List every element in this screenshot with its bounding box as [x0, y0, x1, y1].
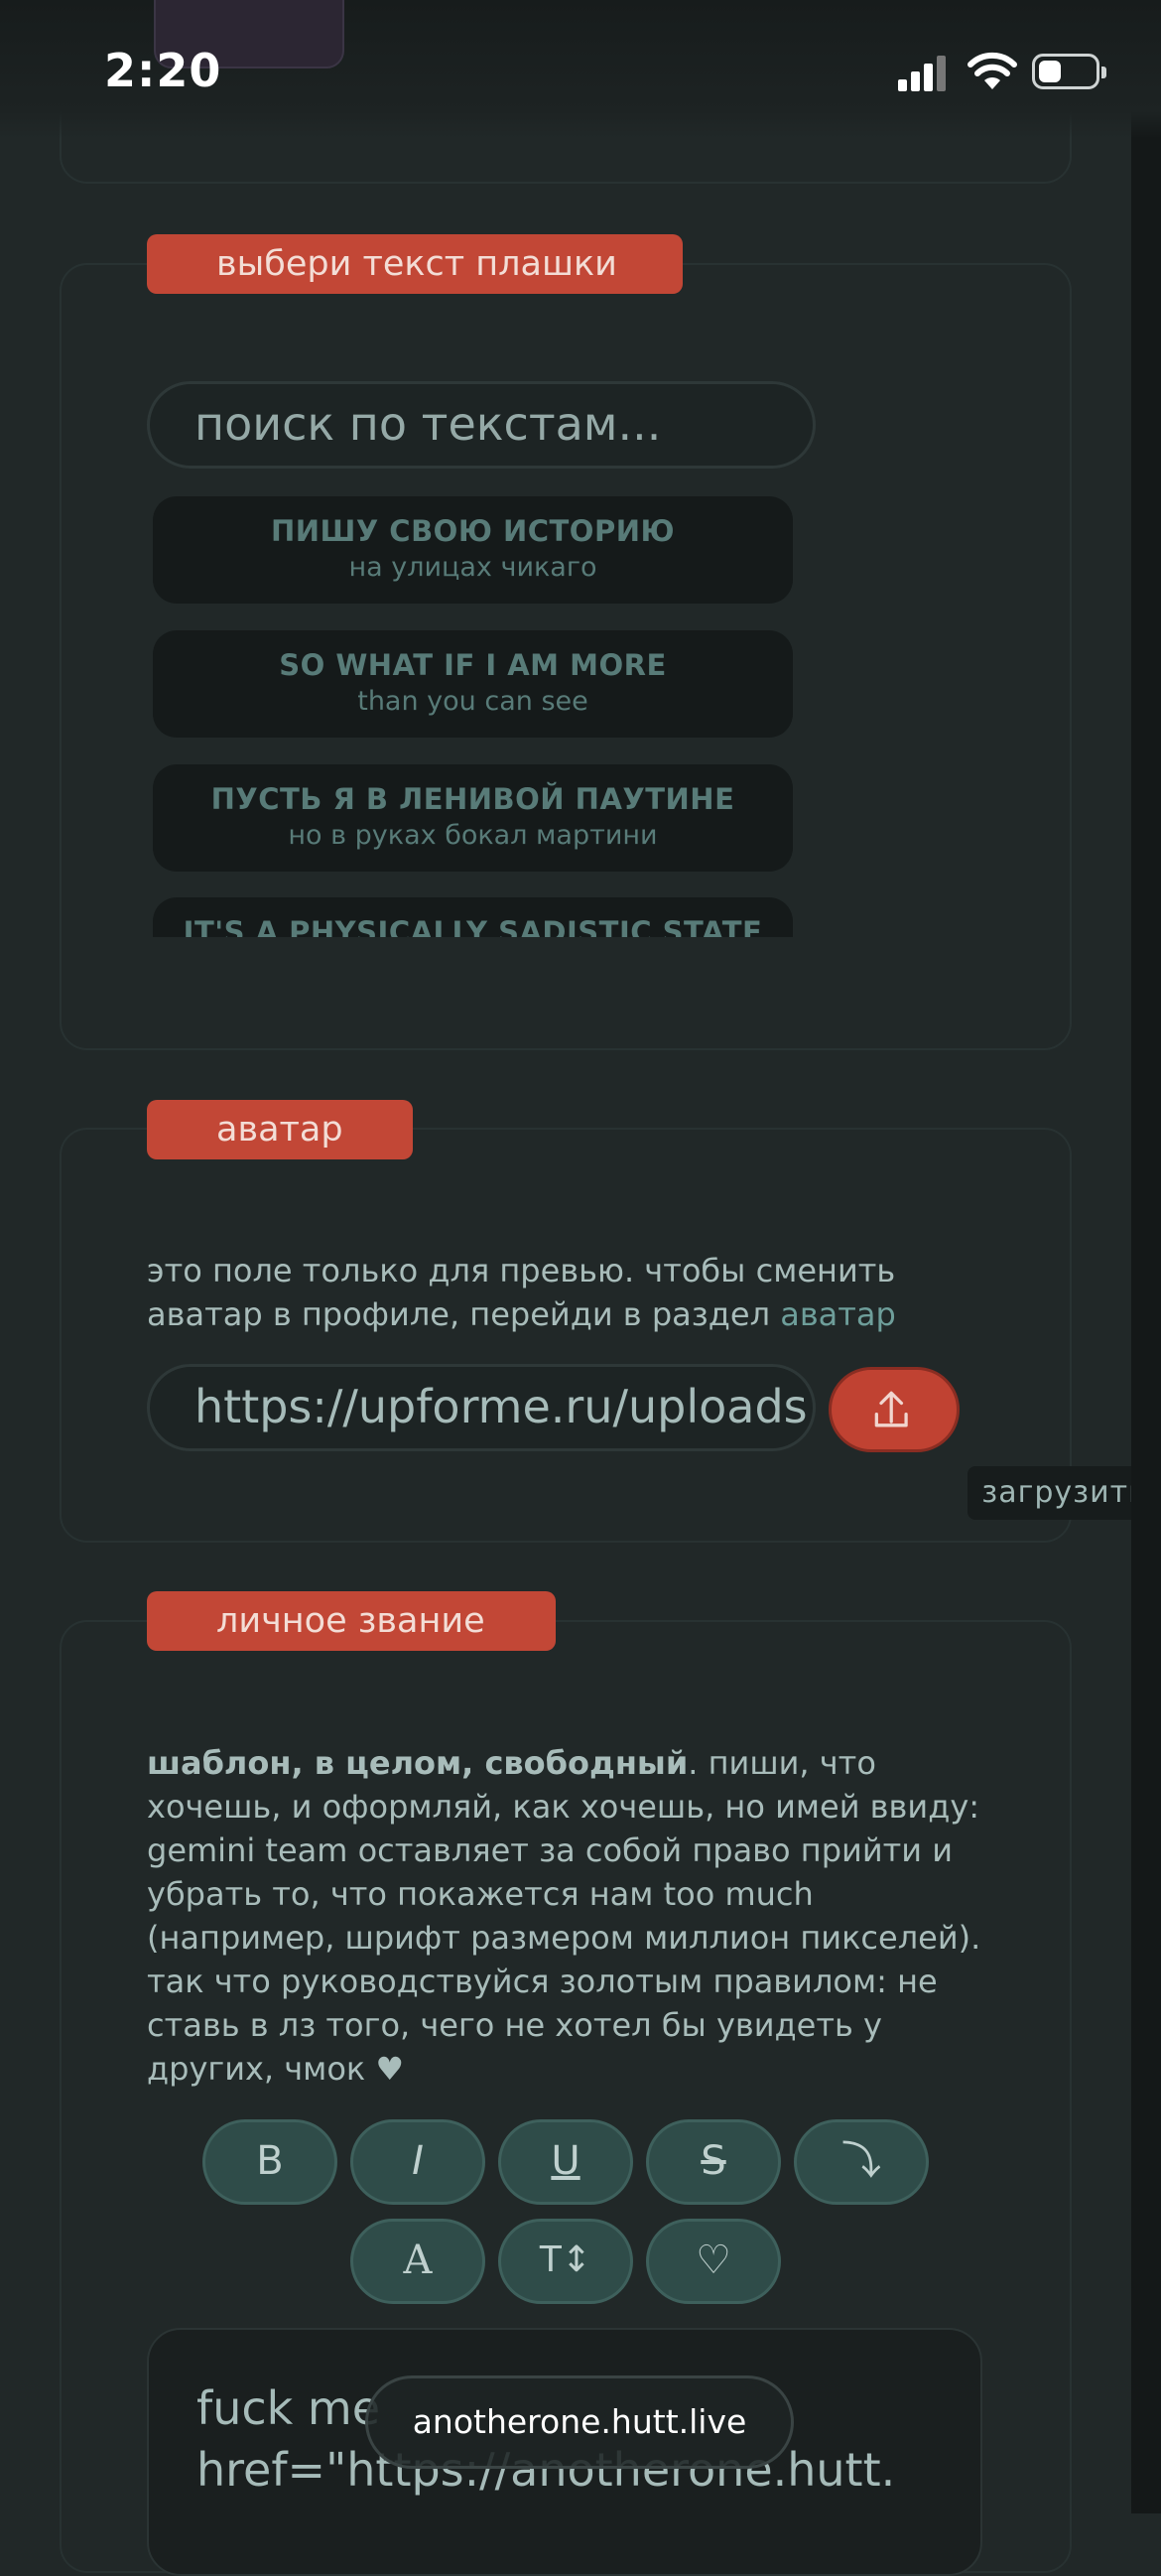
avatar-label: аватар	[147, 1100, 413, 1159]
list-item[interactable]: ПИШУ СВОЮ ИСТОРИЮ на улицах чикаго	[153, 496, 793, 604]
battery-icon	[1032, 54, 1106, 89]
title-description: шаблон, в целом, свободный. пиши, что хо…	[147, 1744, 981, 2088]
title-label: личное звание	[147, 1591, 556, 1651]
text-picker-label: выбери текст плашки	[147, 234, 683, 294]
list-item[interactable]: SO WHAT IF I AM MORE than you can see	[153, 630, 793, 738]
font-size-button[interactable]: T↕	[498, 2219, 633, 2304]
avatar-note: это поле только для превью. чтобы сменит…	[147, 1252, 896, 1333]
browser-url-bar[interactable]: anotherone.hutt.live	[365, 2375, 794, 2469]
page-edge	[1131, 0, 1161, 2513]
list-item[interactable]: IT'S A PHYSICALLY SADISTIC STATE	[153, 897, 793, 937]
upload-icon	[874, 1391, 908, 1427]
font-color-button[interactable]: A	[350, 2219, 485, 2304]
wifi-icon	[968, 52, 1017, 89]
avatar-url-input[interactable]: https://upforme.ru/uploads	[147, 1364, 816, 1451]
italic-button[interactable]: I	[350, 2119, 485, 2205]
avatar-settings-link[interactable]: аватар	[780, 1295, 896, 1333]
underline-button[interactable]: U	[498, 2119, 633, 2205]
line-break-button[interactable]: ⤵	[794, 2119, 929, 2205]
bold-button[interactable]: B	[202, 2119, 337, 2205]
strikethrough-button[interactable]: S	[646, 2119, 781, 2205]
cellular-signal-icon	[898, 56, 946, 91]
list-item[interactable]: ПУСТЬ Я В ЛЕНИВОЙ ПАУТИНЕ но в руках бок…	[153, 764, 793, 872]
text-list[interactable]: ПИШУ СВОЮ ИСТОРИЮ на улицах чикаго SO WH…	[151, 494, 796, 937]
status-time: 2:20	[104, 44, 222, 97]
text-search-input[interactable]: поиск по текстам...	[147, 381, 816, 469]
heart-icon[interactable]: ♡	[646, 2219, 781, 2304]
upload-button[interactable]	[829, 1367, 960, 1452]
